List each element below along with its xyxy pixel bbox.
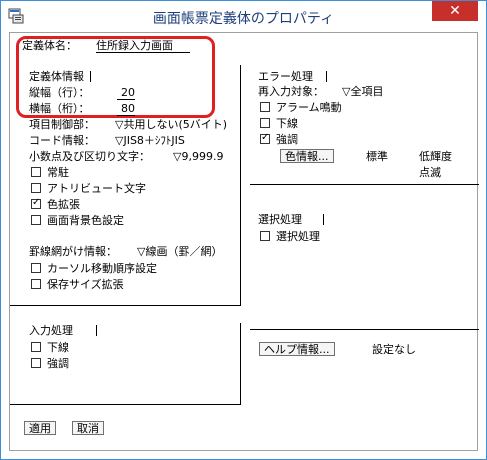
group-separator [96, 325, 97, 336]
decimal-dropdown[interactable]: ▽9,999.9 [173, 150, 223, 163]
attribute-char-checkbox[interactable] [31, 183, 41, 193]
width-label: 横幅（桁）： [29, 102, 90, 115]
error-underline-label: 下線 [276, 117, 298, 130]
cancel-button[interactable]: 取消 [72, 421, 104, 435]
background-color-checkbox[interactable] [31, 215, 41, 225]
reinput-dropdown[interactable]: ▽全項目 [342, 85, 383, 98]
group-separator [326, 71, 327, 82]
height-value[interactable]: 20 [117, 86, 135, 100]
brightness-label: 低輝度 [419, 150, 452, 163]
title-bar: 画面帳票定義体のプロパティ ✕ [1, 1, 486, 33]
alarm-label: アラーム鳴動 [276, 101, 342, 114]
input-underline-checkbox[interactable] [31, 342, 41, 352]
resident-label: 常駐 [47, 166, 69, 179]
reinput-label: 再入力対象： [258, 85, 324, 98]
code-info-dropdown[interactable]: ▽JIS8＋ｼﾌﾄJIS [115, 134, 185, 147]
input-panel-bottom [10, 404, 241, 405]
color-value: 標準 [366, 150, 388, 163]
item-control-dropdown[interactable]: ▽共用しない(5バイト) [115, 118, 227, 131]
color-extension-label: 色拡張 [47, 198, 80, 211]
group-separator [323, 214, 324, 225]
error-emphasis-checkbox[interactable] [260, 132, 270, 144]
code-info-label: コード情報： [29, 134, 95, 147]
color-extension-checkbox[interactable] [31, 197, 41, 209]
definition-name-value[interactable]: 住所録入力画面 [96, 39, 190, 53]
input-processing-header: 入力処理 [29, 324, 73, 337]
alarm-checkbox[interactable] [260, 102, 270, 112]
help-value: 設定なし [372, 343, 416, 356]
close-button[interactable]: ✕ [432, 1, 478, 21]
cursor-order-label: カーソル移動順序設定 [47, 262, 157, 275]
ruled-line-dropdown[interactable]: ▽線画（罫／網） [137, 245, 222, 258]
selection-label: 選択処理 [276, 230, 320, 243]
selection-panel-bottom [250, 329, 479, 330]
error-emphasis-label: 強調 [276, 133, 298, 146]
definition-name-label: 定義体名： [22, 39, 77, 52]
def-info-header: 定義体情報 [29, 70, 84, 83]
selection-checkbox[interactable] [260, 231, 270, 241]
window-title: 画面帳票定義体のプロパティ [152, 11, 335, 27]
resident-checkbox[interactable] [31, 167, 41, 177]
width-value[interactable]: 80 [117, 102, 135, 116]
error-processing-header: エラー処理 [258, 70, 313, 83]
save-size-label: 保存サイズ拡張 [47, 278, 124, 291]
input-emphasis-label: 強調 [47, 357, 69, 370]
background-color-label: 画面背景色設定 [47, 214, 124, 227]
input-underline-label: 下線 [47, 341, 69, 354]
apply-button[interactable]: 適用 [24, 421, 56, 435]
attribute-char-label: アトリビュート文字 [47, 182, 146, 195]
ruled-line-label: 罫線網がけ情報： [29, 245, 117, 258]
input-panel-border [240, 323, 241, 404]
color-info-button[interactable]: 色情報... [280, 149, 334, 163]
error-underline-checkbox[interactable] [260, 118, 270, 128]
group-separator [90, 71, 91, 82]
save-size-checkbox[interactable] [31, 279, 41, 289]
cursor-order-checkbox[interactable] [31, 263, 41, 273]
blink-label: 点滅 [419, 166, 441, 179]
help-info-button[interactable]: ヘルプ情報... [259, 342, 335, 356]
left-panel-border [240, 65, 241, 305]
item-control-label: 項目制御部： [29, 118, 95, 131]
error-panel-bottom [250, 184, 479, 185]
decimal-label: 小数点及び区切り文字： [29, 150, 150, 163]
dialog-body: 定義体名： 住所録入力画面 定義体情報 縦幅（行）： 20 横幅（桁）： 80 … [9, 32, 479, 451]
left-panel-bottom [10, 305, 241, 306]
input-emphasis-checkbox[interactable] [31, 358, 41, 368]
height-label: 縦幅（行）： [29, 86, 90, 99]
selection-processing-header: 選択処理 [258, 213, 302, 226]
properties-window: 画面帳票定義体のプロパティ ✕ 定義体名： 住所録入力画面 定義体情報 縦幅（行… [0, 0, 487, 460]
